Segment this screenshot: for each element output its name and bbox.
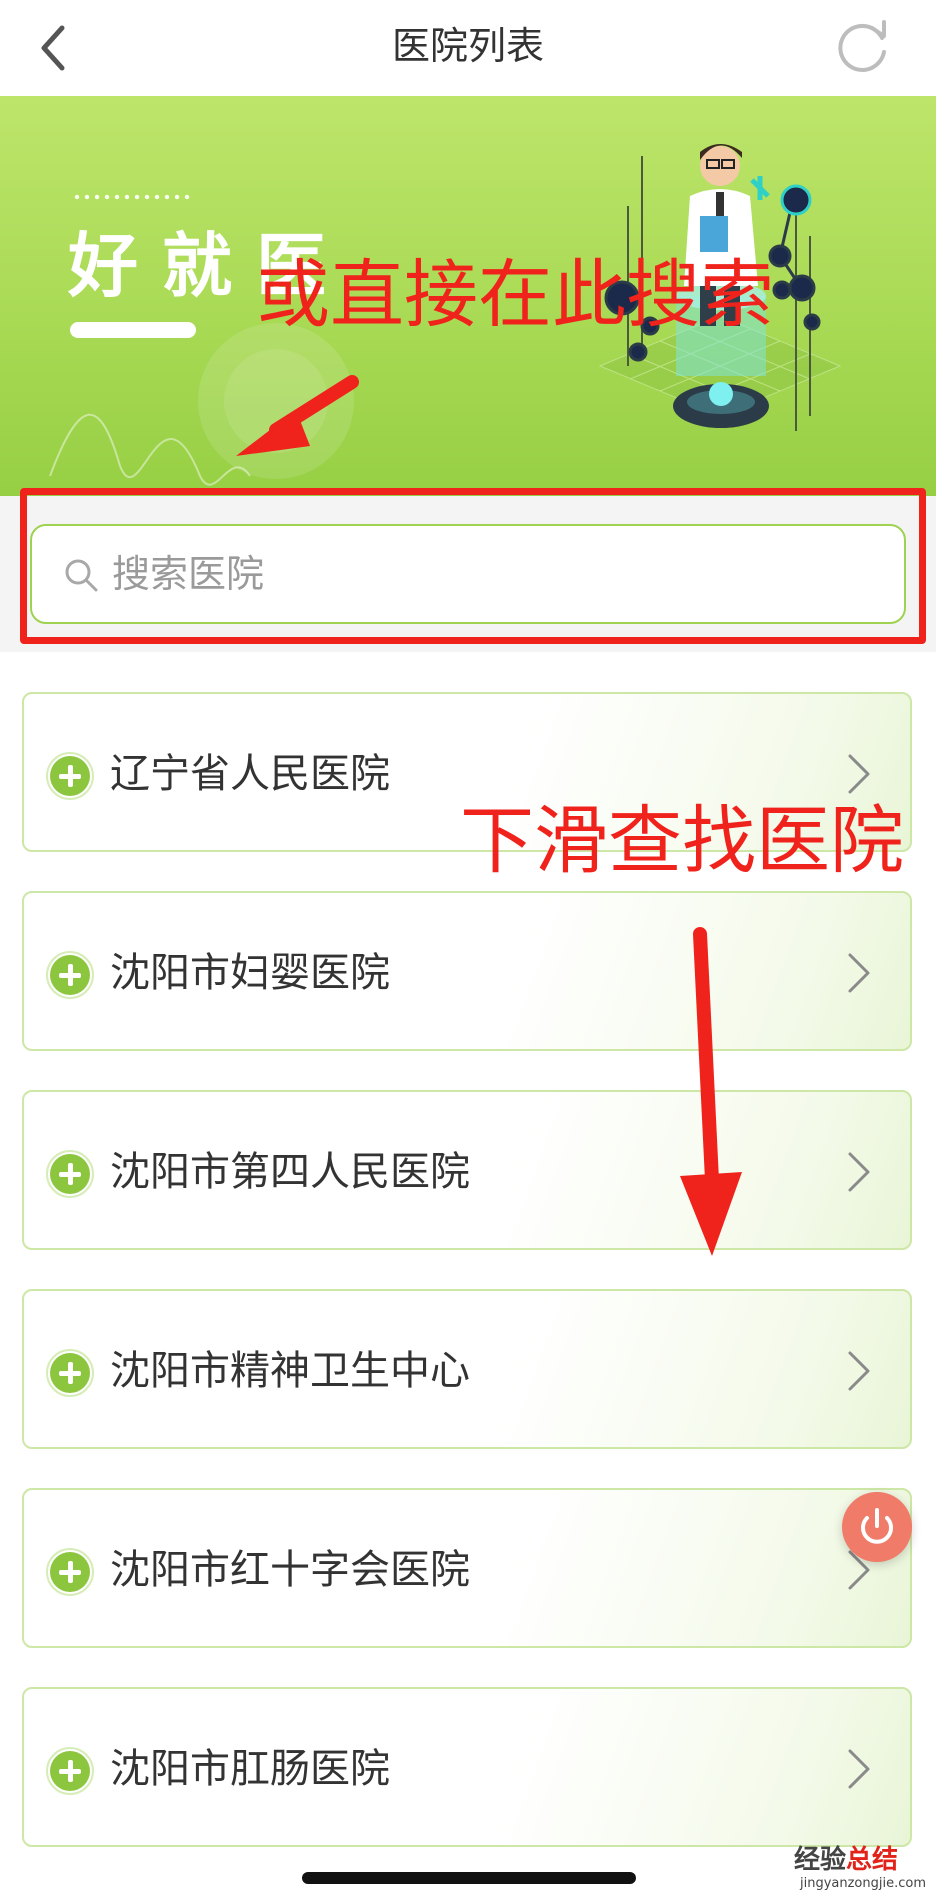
hospital-name: 沈阳市第四人民医院 bbox=[110, 1149, 470, 1195]
chevron-right-icon bbox=[848, 754, 870, 794]
list-item-hospital[interactable]: 沈阳市肛肠医院 bbox=[22, 1687, 912, 1847]
watermark-text: 经验总结 bbox=[794, 1846, 898, 1874]
list-item-hospital[interactable]: 沈阳市红十字会医院 bbox=[22, 1488, 912, 1648]
watermark: 经验总结 jingyanzongjie.com bbox=[780, 1846, 930, 1896]
plus-circle-icon bbox=[50, 1353, 90, 1393]
power-icon bbox=[861, 1508, 893, 1544]
list-item-hospital[interactable]: 沈阳市精神卫生中心 bbox=[22, 1289, 912, 1449]
home-indicator bbox=[302, 1872, 636, 1884]
chevron-right-icon bbox=[848, 1749, 870, 1789]
watermark-text-a: 经验 bbox=[793, 1845, 846, 1875]
watermark-url: jingyanzongjie.com bbox=[799, 1876, 926, 1891]
search-hint-annotation: 或直接在此搜索 bbox=[256, 252, 774, 338]
plus-circle-icon bbox=[50, 1751, 90, 1791]
hospital-name: 沈阳市妇婴医院 bbox=[110, 950, 390, 996]
list-item-hospital[interactable]: 沈阳市妇婴医院 bbox=[22, 891, 912, 1051]
list-item-hospital[interactable]: 沈阳市第四人民医院 bbox=[22, 1090, 912, 1250]
plus-circle-icon bbox=[50, 955, 90, 995]
scroll-hint-annotation: 下滑查找医院 bbox=[460, 798, 904, 884]
search-highlight-box bbox=[20, 488, 926, 644]
page-title: 医院列表 bbox=[391, 24, 544, 68]
hospital-name: 沈阳市红十字会医院 bbox=[110, 1547, 470, 1593]
hospital-name: 辽宁省人民医院 bbox=[110, 751, 390, 797]
hospital-name: 沈阳市肛肠医院 bbox=[110, 1746, 390, 1792]
refresh-icon bbox=[838, 20, 886, 72]
refresh-button[interactable] bbox=[832, 14, 896, 78]
plus-circle-icon bbox=[50, 756, 90, 796]
hospital-name: 沈阳市精神卫生中心 bbox=[110, 1348, 470, 1394]
chevron-right-icon bbox=[848, 1152, 870, 1192]
banner-underline bbox=[70, 322, 196, 338]
banner-dots-decoration bbox=[72, 194, 194, 200]
navigation-bar: 医院列表 bbox=[0, 0, 936, 96]
chevron-right-icon bbox=[848, 1351, 870, 1391]
watermark-text-b: 总结 bbox=[845, 1845, 898, 1875]
hospital-list-page: 医院列表 好就医 搜索医院 辽宁省人民医院 沈阳市妇婴医院 沈阳市第四人民医院 … bbox=[0, 0, 936, 1898]
plus-circle-icon bbox=[50, 1154, 90, 1194]
plus-circle-icon bbox=[50, 1552, 90, 1592]
chevron-right-icon bbox=[848, 953, 870, 993]
power-button[interactable] bbox=[842, 1492, 912, 1562]
